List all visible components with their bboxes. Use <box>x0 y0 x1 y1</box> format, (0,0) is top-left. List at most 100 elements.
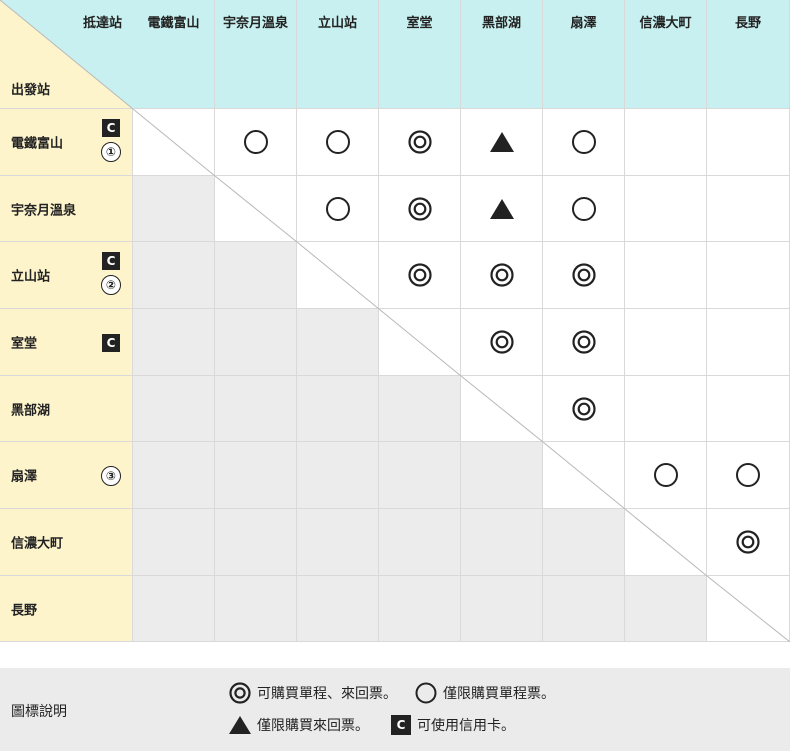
fare-cell <box>707 242 790 309</box>
fare-cell <box>297 309 379 376</box>
fare-cell <box>297 509 379 576</box>
double-circle-icon <box>571 396 596 421</box>
double-circle-icon <box>489 263 514 287</box>
diagonal-cell <box>461 376 543 442</box>
fare-cell <box>707 109 790 176</box>
fare-cell <box>297 176 379 242</box>
row-header-label: 立山站 <box>11 269 51 285</box>
column-header: 黑部湖 <box>461 0 543 109</box>
legend-triangle-text: 僅限購買來回票。 <box>257 718 369 734</box>
fare-cell <box>461 442 543 509</box>
fare-cell <box>215 309 297 376</box>
fare-cell <box>625 442 707 509</box>
fare-cell <box>215 576 297 642</box>
fare-cell <box>461 576 543 642</box>
diagonal-line <box>625 509 707 576</box>
credit-card-badge: C <box>102 333 120 352</box>
diagonal-line <box>707 576 790 642</box>
fare-cell <box>379 176 461 242</box>
circle-icon <box>415 682 437 704</box>
fare-cell <box>625 176 707 242</box>
fare-cell <box>297 576 379 642</box>
row-header: 宇奈月溫泉 <box>0 176 133 242</box>
double-circle-icon <box>229 682 251 704</box>
fare-cell <box>297 376 379 442</box>
fare-cell <box>379 242 461 309</box>
row-header: 長野 <box>0 576 133 642</box>
fare-cell <box>707 509 790 576</box>
row-header: 扇澤 ③ <box>0 442 133 509</box>
circle-icon <box>653 463 678 487</box>
fare-cell <box>215 242 297 309</box>
column-header: 宇奈月溫泉 <box>215 0 297 109</box>
diagonal-cell <box>625 509 707 576</box>
fare-cell <box>625 309 707 376</box>
diagonal-line <box>297 242 379 309</box>
column-header: 電鐵富山 <box>133 0 215 109</box>
double-circle-icon <box>489 330 514 354</box>
diagonal-line <box>215 176 297 242</box>
fare-cell <box>379 576 461 642</box>
fare-cell <box>543 176 625 242</box>
fare-cell <box>215 109 297 176</box>
fare-cell <box>379 442 461 509</box>
double-circle-icon <box>571 330 596 354</box>
double-circle-icon <box>407 196 432 221</box>
fare-cell <box>133 376 215 442</box>
row-header-label: 室堂 <box>11 336 38 352</box>
fare-cell <box>379 109 461 176</box>
diagonal-cell <box>215 176 297 242</box>
fare-cell <box>543 576 625 642</box>
credit-card-badge: C <box>102 119 120 137</box>
fare-cell <box>461 109 543 176</box>
fare-cell <box>625 109 707 176</box>
circle-icon <box>325 130 350 154</box>
fare-cell <box>543 109 625 176</box>
fare-cell <box>707 442 790 509</box>
credit-card-badge: C <box>102 252 120 270</box>
fare-table: 抵達站 出發站 電鐵富山 宇奈月溫泉 立山站 室堂 黑部湖 扇澤 信濃大町 長野 電鐵富山 C ① 宇… <box>0 0 790 642</box>
double-circle-icon <box>407 263 432 287</box>
circle-icon <box>571 130 596 154</box>
row-header-label: 黑部湖 <box>11 403 51 418</box>
fare-cell <box>133 242 215 309</box>
row-header: 立山站 C ② <box>0 242 133 309</box>
legend-circle-text: 僅限購買單程票。 <box>443 686 555 702</box>
fare-cell <box>297 109 379 176</box>
fare-cell <box>297 442 379 509</box>
double-circle-icon <box>407 130 432 154</box>
fare-cell <box>461 176 543 242</box>
fare-cell <box>215 376 297 442</box>
row-header-label: 信濃大町 <box>11 536 64 552</box>
fare-cell <box>133 309 215 376</box>
fare-cell <box>379 376 461 442</box>
fare-cell <box>133 509 215 576</box>
column-header: 信濃大町 <box>625 0 707 109</box>
fare-cell <box>133 442 215 509</box>
triangle-icon <box>229 716 251 734</box>
circle-icon <box>571 196 596 221</box>
fare-cell <box>461 309 543 376</box>
row-header-label: 電鐵富山 <box>11 136 64 152</box>
fare-cell <box>215 509 297 576</box>
row-header: 室堂 C <box>0 309 133 376</box>
fare-cell <box>707 309 790 376</box>
fare-cell <box>215 442 297 509</box>
legend-double-text: 可購買單程、來回票。 <box>257 686 397 702</box>
fare-cell <box>707 376 790 442</box>
fare-cell <box>625 576 707 642</box>
route-number-badge: ③ <box>101 465 121 486</box>
fare-cell <box>133 176 215 242</box>
diagonal-cell <box>379 309 461 376</box>
circle-icon <box>243 130 268 154</box>
fare-cell <box>543 376 625 442</box>
fare-cell <box>461 509 543 576</box>
diagonal-line <box>133 109 215 176</box>
route-number-badge: ① <box>101 142 121 162</box>
corner-departure-label: 出發站 <box>11 83 51 98</box>
diagonal-cell <box>543 442 625 509</box>
corner-arrival-label: 抵達站 <box>82 16 122 31</box>
triangle-icon <box>489 198 514 219</box>
column-header: 立山站 <box>297 0 379 109</box>
diagonal-cell <box>707 576 790 642</box>
